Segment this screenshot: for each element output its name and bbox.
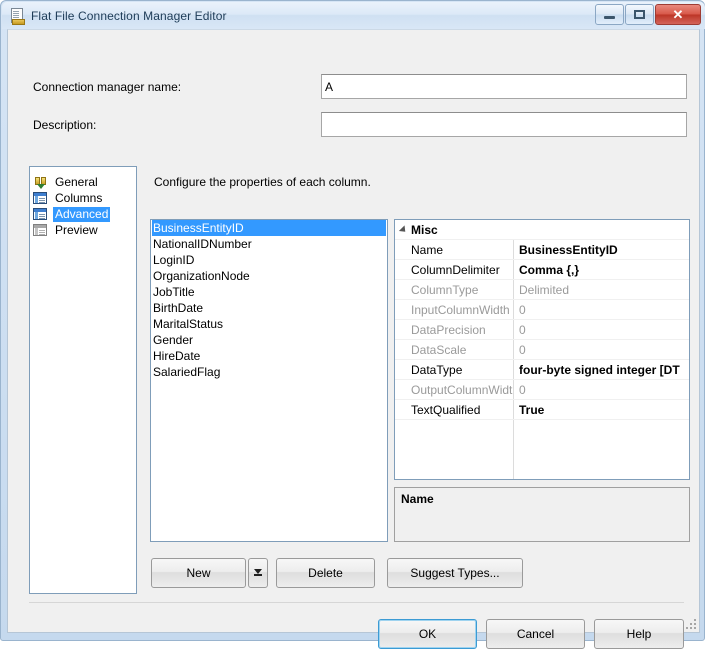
property-label: DataScale: [411, 342, 467, 357]
property-label: DataPrecision: [411, 322, 486, 337]
property-row-columntype: ColumnType Delimited: [395, 280, 689, 300]
footer-divider: [29, 602, 684, 603]
ok-button[interactable]: OK: [378, 619, 477, 649]
list-item[interactable]: Gender: [151, 332, 387, 348]
nav-item-advanced[interactable]: Advanced: [30, 206, 136, 222]
property-row-name[interactable]: Name BusinessEntityID: [395, 240, 689, 260]
property-column-divider[interactable]: [513, 420, 514, 479]
close-button[interactable]: ✕: [655, 4, 701, 25]
instruction-text: Configure the properties of each column.: [154, 175, 371, 189]
close-icon: ✕: [672, 6, 684, 22]
nav-item-columns-label: Columns: [55, 190, 103, 205]
list-item[interactable]: JobTitle: [151, 284, 387, 300]
columns-table-icon: [33, 191, 49, 206]
nav-item-columns[interactable]: Columns: [30, 190, 136, 206]
property-row-outputcolumnwidth: OutputColumnWidtl 0: [395, 380, 689, 400]
list-item[interactable]: MaritalStatus: [151, 316, 387, 332]
window-title: Flat File Connection Manager Editor: [31, 8, 227, 23]
maximize-icon: [626, 5, 653, 24]
property-row-datatype[interactable]: DataType four-byte signed integer [DT: [395, 360, 689, 380]
nav-item-advanced-label: Advanced: [53, 206, 111, 222]
column-list[interactable]: BusinessEntityID NationalIDNumber LoginI…: [150, 219, 388, 542]
property-label: ColumnType: [411, 282, 479, 297]
property-row-inputcolumnwidth: InputColumnWidth 0: [395, 300, 689, 320]
property-grid-empty-area: [395, 420, 689, 479]
help-button[interactable]: Help: [594, 619, 684, 649]
chevron-down-icon: [254, 569, 262, 577]
property-description-pane: Name: [394, 487, 690, 542]
property-value: Delimited: [519, 282, 570, 297]
collapse-triangle-icon[interactable]: [395, 224, 411, 235]
property-category-label: Misc: [411, 222, 438, 237]
property-label: Name: [411, 242, 444, 257]
property-row-dataprecision: DataPrecision 0: [395, 320, 689, 340]
new-dropdown-button[interactable]: [248, 558, 268, 588]
delete-button[interactable]: Delete: [276, 558, 375, 588]
flat-file-icon: [9, 7, 25, 25]
list-item[interactable]: LoginID: [151, 252, 387, 268]
property-grid[interactable]: Misc Name BusinessEntityID ColumnDelimit…: [394, 219, 690, 480]
dialog-client-area: Connection manager name: Description: Ge…: [7, 29, 700, 649]
property-value: 0: [519, 302, 526, 317]
resize-grip[interactable]: [684, 617, 696, 629]
description-input[interactable]: [321, 112, 687, 137]
page-navigation-panel: General Columns Advanced Preview: [29, 166, 137, 594]
property-row-textqualified[interactable]: TextQualified True: [395, 400, 689, 420]
property-label: DataType: [411, 362, 463, 377]
list-item[interactable]: NationalIDNumber: [151, 236, 387, 252]
property-category-misc[interactable]: Misc: [395, 220, 689, 240]
property-value[interactable]: True: [514, 403, 689, 417]
advanced-table-icon: [33, 207, 49, 222]
minimize-button[interactable]: [595, 4, 624, 25]
dialog-window: Flat File Connection Manager Editor ✕ Co…: [0, 0, 705, 649]
nav-item-general[interactable]: General: [30, 174, 136, 190]
new-button[interactable]: New: [151, 558, 246, 588]
property-row-datascale: DataScale 0: [395, 340, 689, 360]
minimize-icon: [596, 5, 623, 24]
property-row-columndelimiter[interactable]: ColumnDelimiter Comma {,}: [395, 260, 689, 280]
property-label: InputColumnWidth: [411, 302, 510, 317]
property-label: OutputColumnWidtl: [411, 382, 513, 397]
connection-plug-icon: [33, 175, 49, 190]
property-value: 0: [519, 382, 526, 397]
maximize-button[interactable]: [625, 4, 654, 25]
nav-item-preview[interactable]: Preview: [30, 222, 136, 238]
property-label: TextQualified: [411, 402, 481, 417]
property-label: ColumnDelimiter: [411, 262, 500, 277]
preview-table-icon: [33, 223, 49, 238]
list-item[interactable]: BirthDate: [151, 300, 387, 316]
list-item[interactable]: HireDate: [151, 348, 387, 364]
list-item[interactable]: SalariedFlag: [151, 364, 387, 380]
property-value: 0: [519, 342, 526, 357]
property-value[interactable]: four-byte signed integer [DT: [514, 363, 689, 377]
property-value[interactable]: Comma {,}: [514, 263, 689, 277]
nav-item-preview-label: Preview: [55, 222, 98, 237]
title-bar[interactable]: Flat File Connection Manager Editor ✕: [2, 2, 705, 29]
connection-name-label: Connection manager name:: [33, 80, 182, 94]
list-item[interactable]: OrganizationNode: [151, 268, 387, 284]
nav-item-general-label: General: [55, 174, 98, 189]
cancel-button[interactable]: Cancel: [486, 619, 585, 649]
window-controls: ✕: [594, 4, 701, 25]
description-label: Description:: [33, 118, 97, 132]
property-value[interactable]: BusinessEntityID: [514, 243, 689, 257]
property-description-title: Name: [401, 492, 434, 506]
suggest-types-button[interactable]: Suggest Types...: [387, 558, 523, 588]
property-value: 0: [519, 322, 526, 337]
connection-name-input[interactable]: [321, 74, 687, 99]
list-item[interactable]: BusinessEntityID: [152, 220, 386, 236]
